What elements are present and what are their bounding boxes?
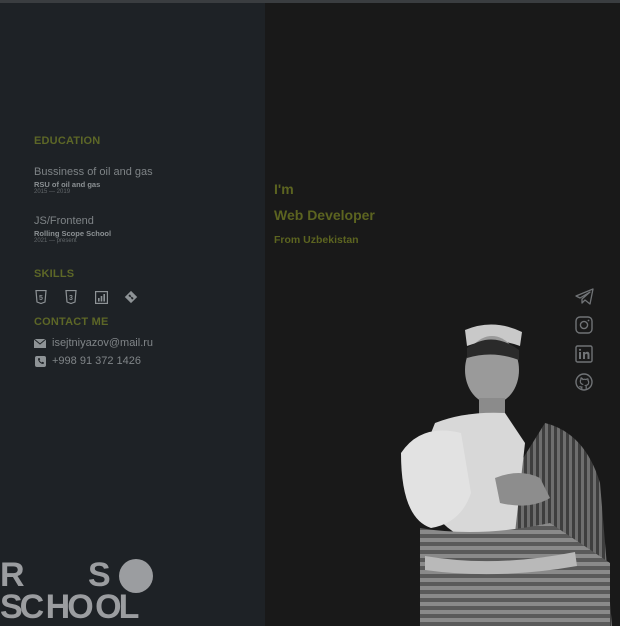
phone-icon (34, 355, 46, 367)
svg-text:5: 5 (39, 295, 43, 302)
contact-phone[interactable]: +998 91 372 1426 (34, 355, 141, 367)
education-item-1-dates: 2015 — 2019 (34, 189, 71, 195)
phone-text[interactable]: +998 91 372 1426 (52, 355, 141, 367)
git-icon (124, 290, 138, 304)
intro-role: Web Developer (274, 207, 375, 223)
education-heading: EDUCATION (34, 135, 101, 147)
education-item-2-dates: 2021 — present (34, 238, 77, 244)
contact-email[interactable]: isejtniyazov@mail.ru (34, 337, 153, 349)
css3-icon: 3 (64, 290, 78, 304)
contact-heading: CONTACT ME (34, 316, 109, 328)
skills-list: 5 3 (34, 290, 138, 304)
education-item-2-school: Rolling Scope School (34, 229, 112, 238)
intro-origin: From Uzbekistan (274, 234, 359, 246)
logo-letter-s: S (88, 556, 111, 594)
sidebar (0, 3, 265, 626)
email-text[interactable]: isejtniyazov@mail.ru (52, 337, 153, 349)
logo-letter-r: R (0, 556, 25, 594)
education-item-1-school: RSU of oil and gas (34, 180, 101, 189)
intro-greeting: I'm (274, 181, 294, 197)
rs-school-logo: R S SC HO OL (0, 556, 180, 626)
telegram-icon[interactable] (574, 286, 594, 306)
chart-icon (94, 290, 108, 304)
mail-icon (34, 337, 46, 349)
svg-text:3: 3 (69, 295, 73, 302)
skills-heading: SKILLS (34, 268, 75, 280)
html5-icon: 5 (34, 290, 48, 304)
education-item-2-title: JS/Frontend (34, 215, 94, 227)
portrait-photo (401, 324, 612, 626)
education-item-1-title: Bussiness of oil and gas (34, 166, 153, 178)
logo-school-text: SC HO OL (0, 588, 139, 626)
